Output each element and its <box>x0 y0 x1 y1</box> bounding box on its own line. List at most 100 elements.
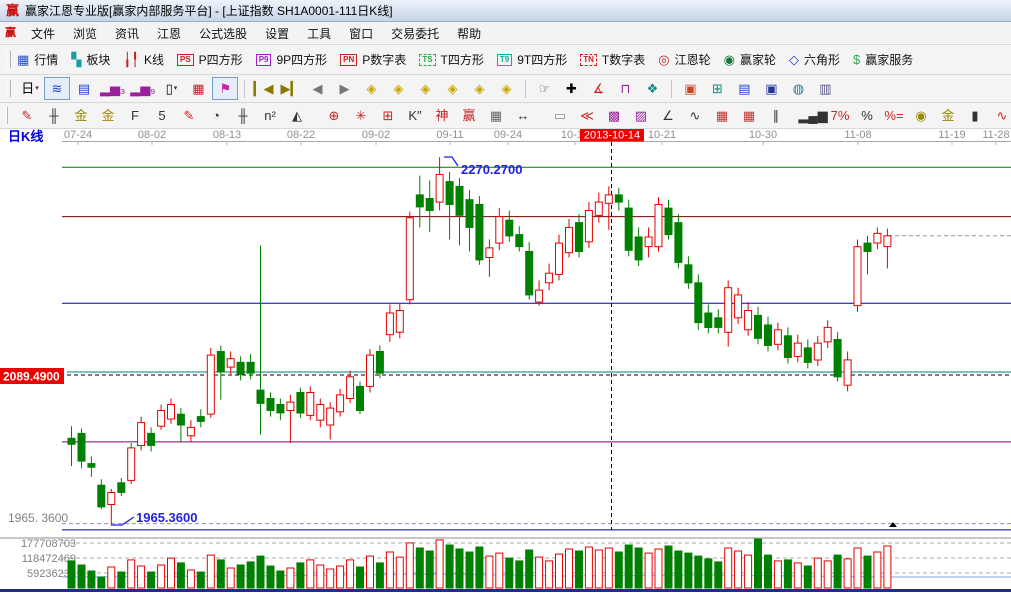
volume-bar[interactable] <box>296 562 305 589</box>
candle[interactable] <box>495 216 504 244</box>
candle[interactable] <box>296 392 305 414</box>
volume-bar[interactable] <box>266 565 275 589</box>
candle[interactable] <box>545 272 554 284</box>
clamp-tool-button[interactable]: ⊓ <box>612 77 638 100</box>
volume-bar[interactable] <box>366 555 374 589</box>
workstation-button[interactable]: ▥ <box>812 77 838 100</box>
first-bar-button[interactable]: ▎◀ <box>250 77 276 100</box>
title-bar[interactable]: 赢 赢家江恩专业版[赢家内部服务平台] - [上证指数 SH1A0001-111… <box>0 0 1011 22</box>
candle[interactable] <box>127 447 136 481</box>
toolbar-kline-button[interactable]: ╽╿ K线 <box>123 51 164 68</box>
volume-bar[interactable] <box>525 549 534 589</box>
volume-bar[interactable] <box>475 546 484 589</box>
candle[interactable] <box>405 217 414 301</box>
last-bar-button[interactable]: ▶▎ <box>277 77 303 100</box>
candle[interactable] <box>276 404 285 414</box>
volume-bar[interactable] <box>515 560 524 589</box>
toolbar-grip[interactable] <box>6 107 8 124</box>
volume-bar[interactable] <box>276 570 285 589</box>
volume-bar[interactable] <box>256 555 265 589</box>
toolbar-quotes-button[interactable]: ▦ 行情 <box>17 51 58 68</box>
candle[interactable] <box>226 358 235 368</box>
volume-bar[interactable] <box>87 570 96 589</box>
candle[interactable] <box>883 235 892 248</box>
volume-bar[interactable] <box>843 558 852 589</box>
candle[interactable] <box>813 342 822 361</box>
candle[interactable] <box>584 210 593 243</box>
kline-chart-svg[interactable]: 07-24 08-02 08-13 08-22 09-02 09-11 09-24 10-14… <box>0 128 1011 592</box>
volume-bar[interactable] <box>246 561 255 589</box>
volume-bar[interactable] <box>783 559 792 589</box>
volume-bar[interactable] <box>863 555 872 589</box>
candle[interactable] <box>654 204 663 248</box>
volume-bar[interactable] <box>634 547 643 589</box>
candle[interactable] <box>67 437 76 445</box>
candle[interactable] <box>634 236 643 261</box>
menu-item-设置[interactable]: 设置 <box>256 22 298 45</box>
candle[interactable] <box>565 226 573 254</box>
wave-a-button[interactable]: ∿ <box>989 104 1011 127</box>
toolbar-winner-wheel-button[interactable]: ◉ 赢家轮 <box>724 51 776 68</box>
volume-bar[interactable] <box>614 551 623 589</box>
f-ruler-button[interactable]: F <box>122 104 148 127</box>
volume-bar[interactable] <box>395 556 404 589</box>
volume-bar[interactable] <box>694 555 703 589</box>
cycle-clock-button[interactable]: ◔ <box>203 104 229 127</box>
toolbar-grip[interactable] <box>6 51 11 68</box>
volume-bar[interactable] <box>724 547 733 589</box>
candle[interactable] <box>87 463 96 468</box>
volume-bar[interactable] <box>196 571 205 589</box>
candle[interactable] <box>744 310 753 331</box>
volume-bar[interactable] <box>793 562 802 589</box>
candle[interactable] <box>694 282 703 324</box>
candle[interactable] <box>525 251 534 296</box>
a-angle-button[interactable]: ◭ <box>284 104 310 127</box>
volume-bar[interactable] <box>803 565 812 589</box>
candle[interactable] <box>346 376 355 399</box>
volume-bar[interactable] <box>485 555 494 589</box>
volume-bar[interactable] <box>167 557 175 589</box>
menu-item-文件[interactable]: 文件 <box>22 22 64 45</box>
volume-bar[interactable] <box>535 556 544 589</box>
win-tool-button[interactable]: 赢 <box>456 104 482 127</box>
target-cross-button[interactable]: ⊕ <box>321 104 347 127</box>
candle[interactable] <box>863 242 872 253</box>
volume-bar[interactable] <box>117 571 126 589</box>
toolbar-9p-square-button[interactable]: P9 9P四方形 <box>255 51 327 68</box>
volume-bar[interactable] <box>744 554 753 589</box>
ruler-button[interactable]: ╫ <box>41 104 67 127</box>
volume-bar[interactable] <box>306 559 315 589</box>
candle[interactable] <box>704 312 713 328</box>
volume-bar[interactable] <box>375 562 384 589</box>
candle[interactable] <box>644 236 653 248</box>
volume-bar[interactable] <box>684 552 693 589</box>
gold-gann-1-button[interactable]: 金 <box>68 104 94 127</box>
volume-bar[interactable] <box>97 576 106 589</box>
volume-bar[interactable] <box>147 571 156 589</box>
percent-7-button[interactable]: 7% <box>827 104 853 127</box>
gold-gann-2-button[interactable]: 金 <box>95 104 121 127</box>
candle[interactable] <box>176 413 185 426</box>
toolbar-p-number-table-button[interactable]: PN P数字表 <box>340 51 406 68</box>
candle[interactable] <box>425 198 434 211</box>
toolbar-hexagon-button[interactable]: ◇ 六角形 <box>789 51 840 68</box>
bars-3-button[interactable]: ▂▅₃ <box>98 77 127 100</box>
volume-bar[interactable] <box>873 551 882 589</box>
menu-item-工具[interactable]: 工具 <box>298 22 340 45</box>
volume-bar[interactable] <box>594 549 603 589</box>
candle[interactable] <box>385 312 394 336</box>
candle[interactable] <box>216 351 225 373</box>
candle[interactable] <box>465 199 474 228</box>
candle[interactable] <box>714 317 723 328</box>
candle[interactable] <box>395 310 404 333</box>
volume-bar[interactable] <box>604 547 613 589</box>
save-button[interactable]: ▣ <box>758 77 784 100</box>
candle[interactable] <box>137 422 146 447</box>
candle[interactable] <box>724 287 733 333</box>
diamond-h-button[interactable]: ◈ <box>412 77 438 100</box>
toolbar-grip[interactable] <box>6 80 11 97</box>
candle[interactable] <box>336 394 345 413</box>
candle[interactable] <box>734 294 743 319</box>
candle[interactable] <box>306 392 315 416</box>
wave-v-button[interactable]: ∿ <box>682 104 708 127</box>
